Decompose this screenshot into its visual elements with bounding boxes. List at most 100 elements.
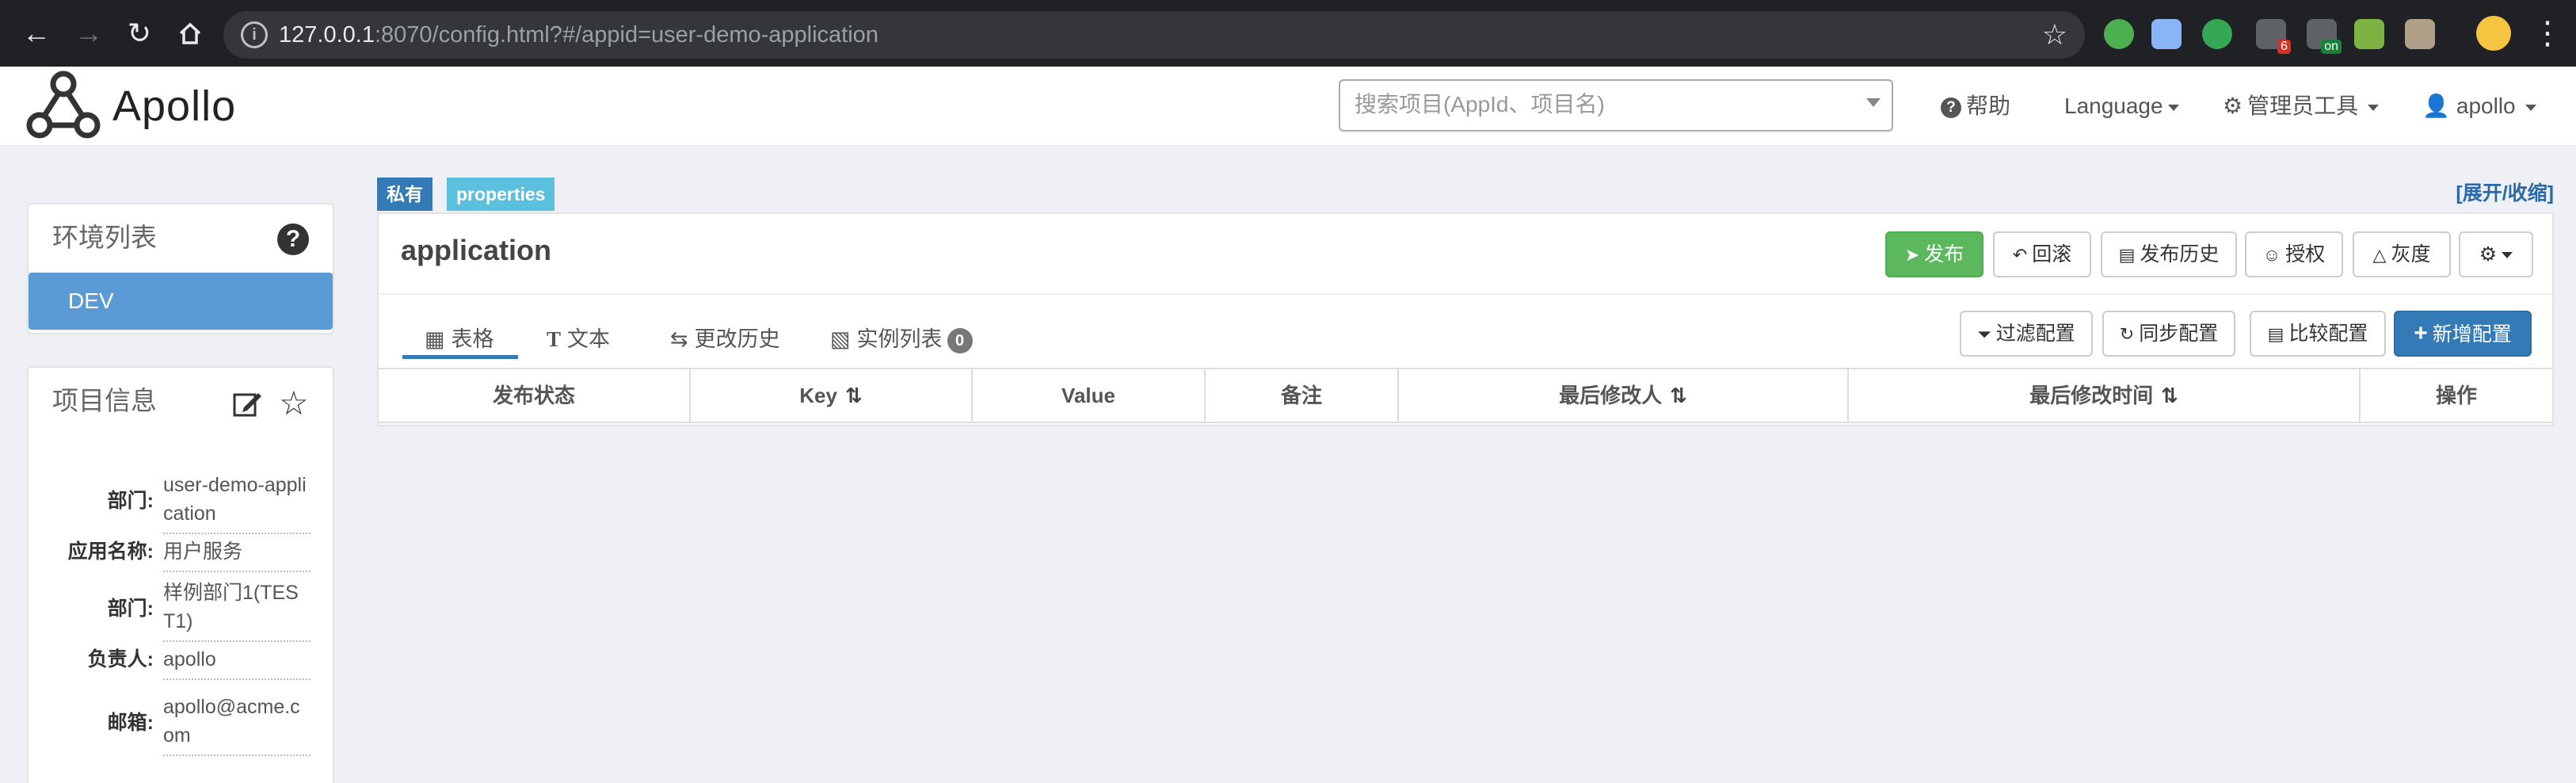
puzzle-extension-icon[interactable]: 6 bbox=[2256, 19, 2291, 54]
env-item-dev[interactable]: DEV bbox=[29, 273, 333, 330]
edit-icon[interactable] bbox=[231, 388, 263, 420]
settings-dropdown-button[interactable]: ⚙ bbox=[2459, 231, 2533, 277]
send-icon: ➤ bbox=[1904, 245, 1920, 265]
tab-instances[interactable]: ▧ 实例列表 0 bbox=[830, 323, 973, 355]
home-icon[interactable] bbox=[171, 14, 209, 52]
language-dropdown[interactable]: Language bbox=[2064, 90, 2179, 122]
list-extension-icon[interactable]: on bbox=[2307, 19, 2342, 54]
info-value: user-demo-application bbox=[163, 471, 311, 534]
gray-release-button[interactable]: △ 灰度 bbox=[2353, 231, 2451, 277]
publish-button[interactable]: ➤ 发布 bbox=[1885, 231, 1983, 277]
compare-config-button[interactable]: ▤ 比较配置 bbox=[2250, 311, 2386, 357]
refresh-icon: ↻ bbox=[2119, 324, 2135, 344]
site-info-icon[interactable]: i bbox=[241, 21, 268, 48]
namespace-title: application bbox=[401, 234, 552, 266]
tab-change-history[interactable]: ⇆ 更改历史 bbox=[670, 323, 780, 355]
diamond-extension-icon[interactable] bbox=[2151, 19, 2182, 49]
add-config-label: 新增配置 bbox=[2432, 323, 2512, 346]
undo-icon: ↶ bbox=[2012, 245, 2028, 265]
column-header-comment: 备注 bbox=[1206, 369, 1399, 422]
apollo-logo[interactable]: Apollo bbox=[25, 70, 236, 143]
info-label: 部门: bbox=[107, 490, 154, 512]
environment-panel: 环境列表 ? DEV bbox=[27, 203, 334, 334]
tab-label: 实例列表 bbox=[856, 327, 943, 351]
tab-text[interactable]: T 文本 bbox=[547, 323, 610, 355]
forward-arrow-icon[interactable]: → bbox=[70, 14, 108, 52]
avatar-extension-icon[interactable] bbox=[2405, 19, 2435, 49]
reload-icon[interactable]: ↻ bbox=[120, 14, 158, 52]
rollback-button[interactable]: ↶ 回滚 bbox=[1993, 231, 2091, 277]
profile-avatar-icon[interactable] bbox=[2476, 16, 2511, 51]
rollback-label: 回滚 bbox=[2032, 243, 2072, 265]
logo-text: Apollo bbox=[112, 82, 237, 130]
caret-down-icon bbox=[2368, 104, 2380, 111]
instance-count-badge: 0 bbox=[947, 327, 973, 353]
question-circle-icon[interactable]: ? bbox=[277, 223, 309, 255]
sort-icon[interactable]: ⇅ bbox=[2161, 384, 2178, 407]
gray-release-label: 灰度 bbox=[2391, 243, 2431, 265]
caret-down-icon bbox=[2525, 104, 2536, 111]
user-icon: 👤 bbox=[2422, 94, 2450, 118]
calendar-icon: ▤ bbox=[2118, 245, 2136, 265]
bookmark-star-icon[interactable]: ☆ bbox=[2042, 17, 2067, 52]
help-label: 帮助 bbox=[1966, 94, 2011, 118]
back-arrow-icon[interactable]: ← bbox=[17, 14, 55, 52]
column-header-key[interactable]: Key ⇅ bbox=[691, 369, 973, 422]
project-search-select[interactable] bbox=[1339, 79, 1893, 132]
info-label: 应用名称: bbox=[67, 540, 154, 563]
expand-collapse-link[interactable]: [展开/收缩] bbox=[2456, 179, 2554, 208]
y-extension-icon[interactable] bbox=[2202, 19, 2232, 49]
namespace-header: application ➤ 发布 ↶ 回滚 ▤ 发布历史 ☺ 授权 △ 灰度 ⚙ bbox=[379, 214, 2552, 295]
question-circle-icon: ? bbox=[1941, 97, 1961, 118]
project-info-panel: 项目信息 ☆ 部门: user-demo-application 应用名称: 用… bbox=[27, 366, 334, 783]
sync-config-button[interactable]: ↻ 同步配置 bbox=[2102, 311, 2235, 357]
browser-toolbar: ← → ↻ i 127.0.0.1:8070/config.html?#/app… bbox=[0, 0, 2576, 67]
namespace-panel: application ➤ 发布 ↶ 回滚 ▤ 发布历史 ☺ 授权 △ 灰度 ⚙ ▦ 表格 … bbox=[377, 212, 2554, 426]
info-value: apollo@acme.com bbox=[163, 693, 311, 756]
user-dropdown[interactable]: 👤 apollo bbox=[2422, 90, 2536, 122]
language-label: Language bbox=[2064, 94, 2163, 118]
gear-icon: ⚙ bbox=[2223, 94, 2243, 118]
app-navbar: Apollo ?帮助 Language ⚙管理员工具 👤apollo bbox=[0, 67, 2576, 146]
column-header-modifier[interactable]: 最后修改人 ⇅ bbox=[1399, 369, 1849, 422]
table-icon: ▦ bbox=[425, 327, 445, 351]
extension-badge: 6 bbox=[2277, 40, 2291, 54]
environment-panel-title: 环境列表 bbox=[52, 223, 157, 252]
user-label: apollo bbox=[2456, 94, 2516, 118]
caret-down-icon bbox=[2167, 104, 2179, 111]
flask-icon: △ bbox=[2372, 245, 2387, 265]
address-bar[interactable]: i 127.0.0.1:8070/config.html?#/appid=use… bbox=[223, 11, 2085, 59]
column-header-actions: 操作 bbox=[2435, 384, 2477, 407]
green-dot-extension-icon[interactable] bbox=[2104, 19, 2134, 49]
address-bar-url: 127.0.0.1:8070/config.html?#/appid=user-… bbox=[279, 22, 878, 48]
sync-config-label: 同步配置 bbox=[2139, 323, 2219, 345]
namespace-private-tag: 私有 bbox=[377, 178, 433, 211]
authorize-label: 授权 bbox=[2285, 243, 2326, 265]
active-tab-indicator bbox=[402, 355, 518, 359]
add-config-button[interactable]: + 新增配置 bbox=[2394, 311, 2532, 357]
star-icon[interactable]: ☆ bbox=[279, 385, 309, 422]
sort-icon[interactable]: ⇅ bbox=[1670, 384, 1687, 407]
namespace-tabs: ▦ 表格 T 文本 ⇆ 更改历史 ▧ 实例列表 0 ⏷ 过滤配置 ↻ 同步配置 ▤ 比较配置 +… bbox=[379, 295, 2552, 363]
publish-label: 发布 bbox=[1924, 243, 1964, 265]
publish-history-button[interactable]: ▤ 发布历史 bbox=[2101, 231, 2237, 277]
namespace-format-tag: properties bbox=[447, 178, 555, 211]
project-search-input[interactable] bbox=[1340, 81, 1847, 128]
column-header-modified-time[interactable]: 最后修改时间 ⇅ bbox=[1849, 369, 2361, 422]
filter-config-button[interactable]: ⏷ 过滤配置 bbox=[1960, 311, 2093, 357]
browser-menu-icon[interactable]: ⋮ bbox=[2532, 14, 2563, 52]
admin-tools-dropdown[interactable]: ⚙ 管理员工具 bbox=[2223, 90, 2380, 122]
authorize-button[interactable]: ☺ 授权 bbox=[2245, 231, 2343, 277]
tab-table[interactable]: ▦ 表格 bbox=[425, 323, 494, 355]
filter-icon: ⏷ bbox=[1977, 324, 1991, 344]
help-link[interactable]: ? 帮助 bbox=[1941, 90, 2010, 122]
info-value: apollo bbox=[163, 645, 311, 680]
config-table-header: 发布状态 Key ⇅ Value 备注 最后修改人 ⇅ 最后修改时间 ⇅ 操作 bbox=[379, 368, 2552, 423]
apollo-logo-icon bbox=[26, 71, 101, 141]
info-value: 样例部门1(TEST1) bbox=[163, 579, 311, 642]
sort-icon[interactable]: ⇅ bbox=[845, 384, 863, 407]
eyedropper-extension-icon[interactable] bbox=[2354, 19, 2384, 49]
transfer-icon: ⇆ bbox=[670, 327, 688, 351]
film-icon: ▧ bbox=[830, 327, 851, 351]
file-icon: ▤ bbox=[2267, 324, 2284, 344]
